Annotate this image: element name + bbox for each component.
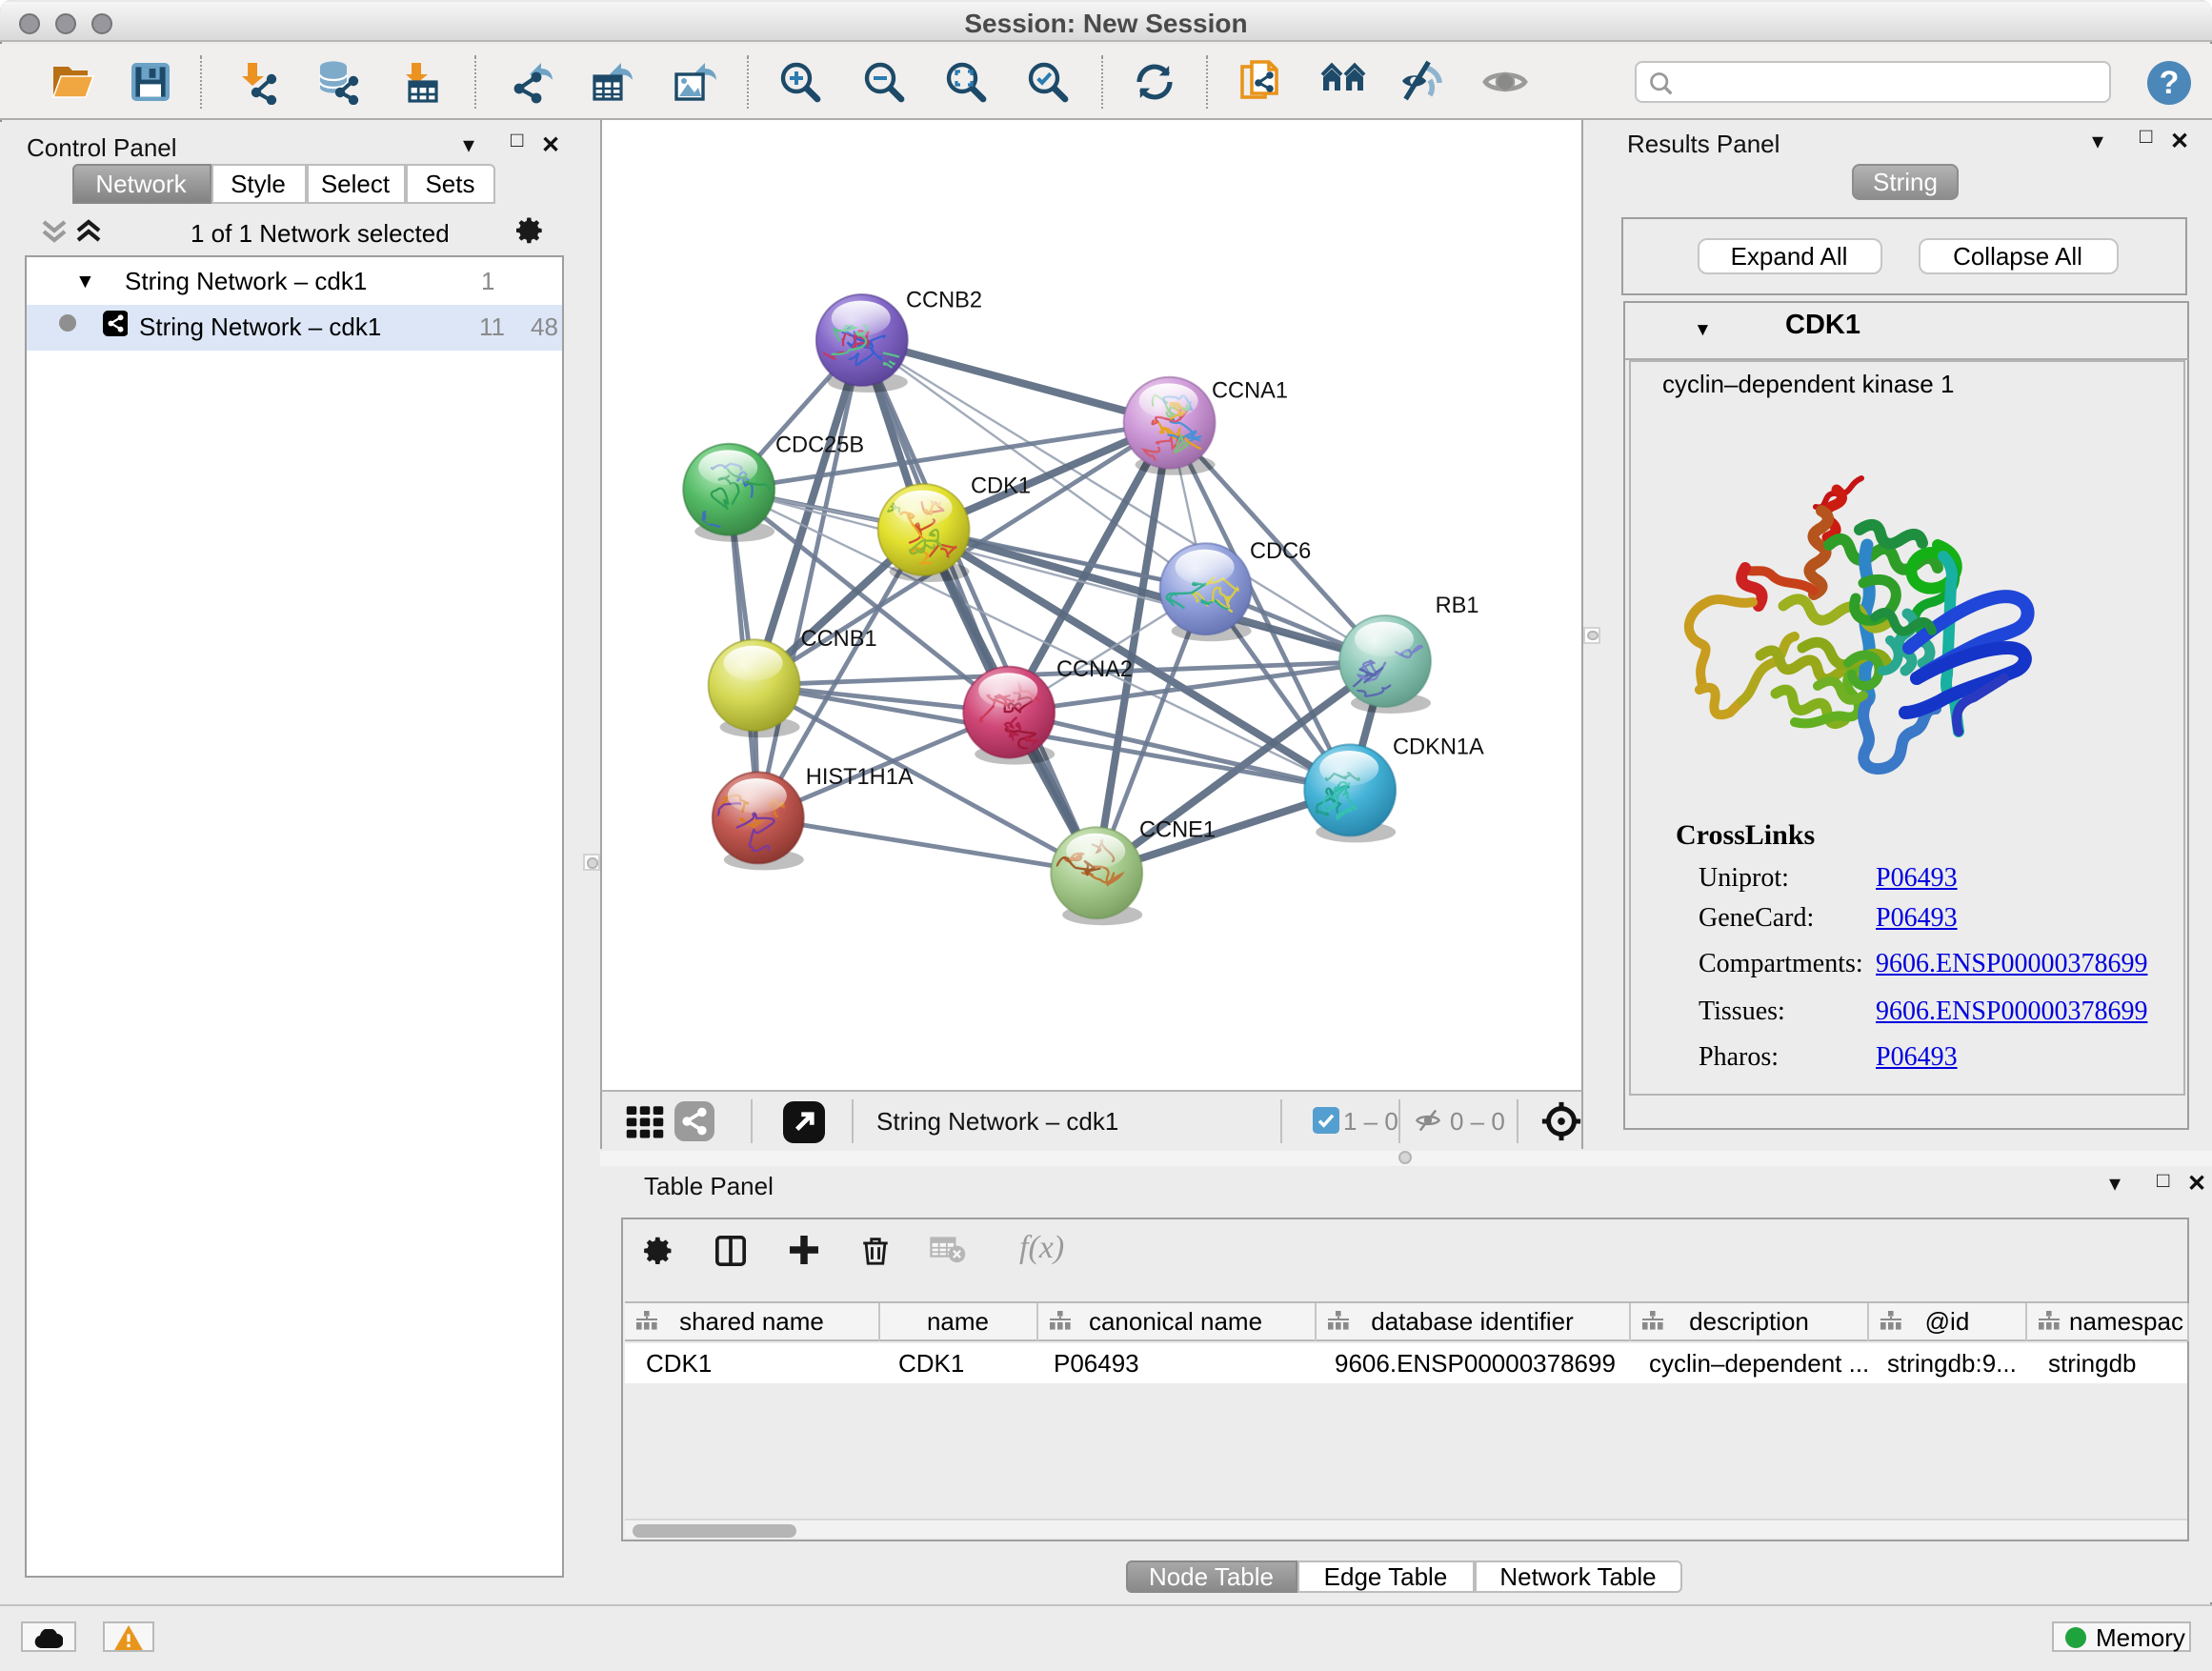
svg-text:CDKN1A: CDKN1A	[1393, 734, 1484, 758]
svg-text:CCNA1: CCNA1	[1212, 378, 1288, 403]
svg-text:HIST1H1A: HIST1H1A	[806, 764, 914, 789]
svg-text:CCNA2: CCNA2	[1056, 656, 1133, 681]
svg-text:CDC25B: CDC25B	[775, 432, 864, 456]
svg-text:CDK1: CDK1	[971, 473, 1031, 498]
svg-text:CDC6: CDC6	[1250, 538, 1311, 563]
svg-text:CCNB1: CCNB1	[801, 626, 877, 651]
svg-text:CCNE1: CCNE1	[1139, 816, 1216, 841]
svg-text:CCNB2: CCNB2	[906, 288, 982, 312]
svg-text:RB1: RB1	[1436, 593, 1479, 617]
